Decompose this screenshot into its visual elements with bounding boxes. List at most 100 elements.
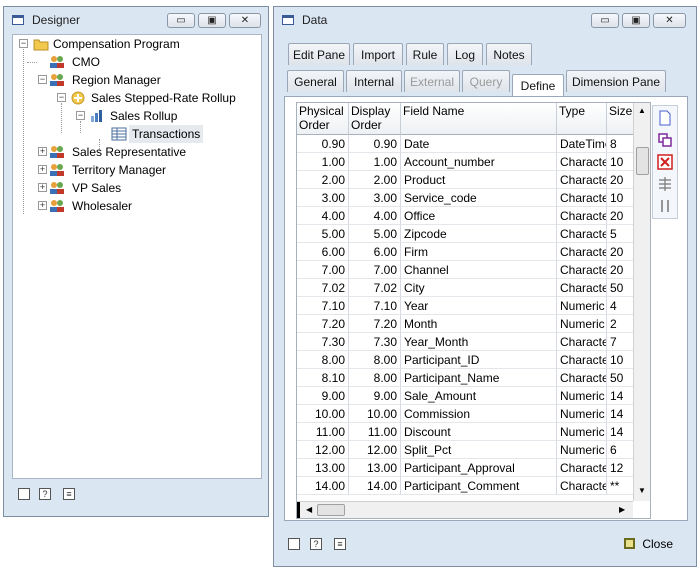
table-row[interactable]: 12.00 12.00 Split_Pct Numeric 6 [297, 441, 637, 459]
physical-order-cell[interactable]: 7.20 [297, 315, 349, 333]
field-name-cell[interactable]: Account_number [401, 153, 557, 171]
display-order-cell[interactable]: 8.00 [349, 351, 401, 369]
table-row[interactable]: 5.00 5.00 Zipcode Characte 5 [297, 225, 637, 243]
physical-order-cell[interactable]: 12.00 [297, 441, 349, 459]
type-cell[interactable]: Numeric [557, 315, 607, 333]
collapse-icon[interactable]: − [19, 39, 28, 48]
minimize-button[interactable]: ▭ [167, 13, 195, 28]
type-cell[interactable]: Characte [557, 351, 607, 369]
type-cell[interactable]: Numeric [557, 405, 607, 423]
field-name-cell[interactable]: Product [401, 171, 557, 189]
scroll-down-icon[interactable]: ▼ [638, 486, 646, 495]
display-order-cell[interactable]: 14.00 [349, 477, 401, 495]
type-cell[interactable]: Numeric [557, 387, 607, 405]
type-cell[interactable]: Characte [557, 243, 607, 261]
field-name-cell[interactable]: Participant_ID [401, 351, 557, 369]
physical-order-cell[interactable]: 13.00 [297, 459, 349, 477]
field-name-cell[interactable]: Sale_Amount [401, 387, 557, 405]
table-row[interactable]: 7.02 7.02 City Characte 50 [297, 279, 637, 297]
physical-order-cell[interactable]: 0.90 [297, 135, 349, 153]
physical-order-cell[interactable]: 5.00 [297, 225, 349, 243]
close-button[interactable]: Close [624, 534, 673, 552]
new-row-icon[interactable] [655, 108, 675, 128]
column-header-type[interactable]: Type [557, 103, 607, 135]
insert-column-icon[interactable] [655, 174, 675, 194]
maximize-button[interactable]: ▣ [198, 13, 226, 28]
physical-order-cell[interactable]: 14.00 [297, 477, 349, 495]
collapse-icon[interactable]: − [76, 111, 85, 120]
physical-order-cell[interactable]: 10.00 [297, 405, 349, 423]
table-row[interactable]: 7.00 7.00 Channel Characte 20 [297, 261, 637, 279]
scroll-right-icon[interactable]: ▶ [619, 505, 625, 514]
table-row[interactable]: 2.00 2.00 Product Characte 20 [297, 171, 637, 189]
horizontal-scrollbar[interactable]: ◀ ▶ [297, 501, 633, 518]
type-cell[interactable]: Characte [557, 279, 607, 297]
table-row[interactable]: 13.00 13.00 Participant_Approval Characte 12 [297, 459, 637, 477]
tab-import[interactable]: Import [353, 43, 403, 65]
physical-order-cell[interactable]: 1.00 [297, 153, 349, 171]
scroll-up-icon[interactable]: ▲ [638, 106, 646, 115]
tree-item-region-manager[interactable]: − Region Manager [17, 71, 257, 89]
display-order-cell[interactable]: 7.20 [349, 315, 401, 333]
type-cell[interactable]: Characte [557, 225, 607, 243]
display-order-cell[interactable]: 1.00 [349, 153, 401, 171]
field-name-cell[interactable]: Year [401, 297, 557, 315]
display-order-cell[interactable]: 7.02 [349, 279, 401, 297]
close-window-button[interactable]: ✕ [653, 13, 686, 28]
tab-log[interactable]: Log [447, 43, 483, 65]
list-icon[interactable]: ≡ [334, 538, 346, 550]
list-icon[interactable]: ≡ [63, 488, 75, 500]
field-name-cell[interactable]: Channel [401, 261, 557, 279]
type-cell[interactable]: Numeric [557, 297, 607, 315]
field-name-cell[interactable]: Split_Pct [401, 441, 557, 459]
split-column-icon[interactable] [655, 196, 675, 216]
field-name-cell[interactable]: Year_Month [401, 333, 557, 351]
copy-row-icon[interactable] [655, 130, 675, 150]
tree-item-wholesaler[interactable]: + Wholesaler [17, 197, 257, 215]
display-order-cell[interactable]: 8.00 [349, 369, 401, 387]
display-order-cell[interactable]: 4.00 [349, 207, 401, 225]
tree-item-cmo[interactable]: CMO [17, 53, 257, 71]
tab-internal[interactable]: Internal [346, 70, 402, 92]
type-cell[interactable]: Characte [557, 207, 607, 225]
field-name-cell[interactable]: Participant_Comment [401, 477, 557, 495]
physical-order-cell[interactable]: 11.00 [297, 423, 349, 441]
close-window-button[interactable]: ✕ [229, 13, 261, 28]
type-cell[interactable]: Characte [557, 189, 607, 207]
field-name-cell[interactable]: Zipcode [401, 225, 557, 243]
physical-order-cell[interactable]: 2.00 [297, 171, 349, 189]
display-order-cell[interactable]: 5.00 [349, 225, 401, 243]
tree-item-compensation-program[interactable]: − Compensation Program [17, 35, 257, 53]
display-order-cell[interactable]: 2.00 [349, 171, 401, 189]
tree-item-transactions[interactable]: Transactions [17, 125, 257, 143]
field-name-cell[interactable]: City [401, 279, 557, 297]
collapse-icon[interactable]: − [38, 75, 47, 84]
field-name-cell[interactable]: Firm [401, 243, 557, 261]
display-order-cell[interactable]: 11.00 [349, 423, 401, 441]
field-name-cell[interactable]: Participant_Approval [401, 459, 557, 477]
tree-item-sales-rollup[interactable]: − Sales Rollup [17, 107, 257, 125]
physical-order-cell[interactable]: 7.10 [297, 297, 349, 315]
help-icon[interactable]: ? [39, 488, 51, 500]
display-order-cell[interactable]: 3.00 [349, 189, 401, 207]
field-name-cell[interactable]: Service_code [401, 189, 557, 207]
display-order-cell[interactable]: 9.00 [349, 387, 401, 405]
physical-order-cell[interactable]: 7.30 [297, 333, 349, 351]
collapse-icon[interactable]: − [57, 93, 66, 102]
type-cell[interactable]: Characte [557, 333, 607, 351]
horizontal-scroll-thumb[interactable] [317, 504, 345, 516]
tab-general[interactable]: General [287, 70, 344, 92]
type-cell[interactable]: Numeric [557, 423, 607, 441]
table-row[interactable]: 1.00 1.00 Account_number Characte 10 [297, 153, 637, 171]
delete-row-icon[interactable] [655, 152, 675, 172]
minimize-button[interactable]: ▭ [591, 13, 619, 28]
physical-order-cell[interactable]: 3.00 [297, 189, 349, 207]
physical-order-cell[interactable]: 4.00 [297, 207, 349, 225]
expand-icon[interactable]: + [38, 147, 47, 156]
tab-dimension-pane[interactable]: Dimension Pane [566, 70, 666, 92]
display-order-cell[interactable]: 13.00 [349, 459, 401, 477]
type-cell[interactable]: Characte [557, 459, 607, 477]
tree-item-sales-representative[interactable]: + Sales Representative [17, 143, 257, 161]
table-row[interactable]: 7.10 7.10 Year Numeric 4 [297, 297, 637, 315]
display-order-cell[interactable]: 10.00 [349, 405, 401, 423]
